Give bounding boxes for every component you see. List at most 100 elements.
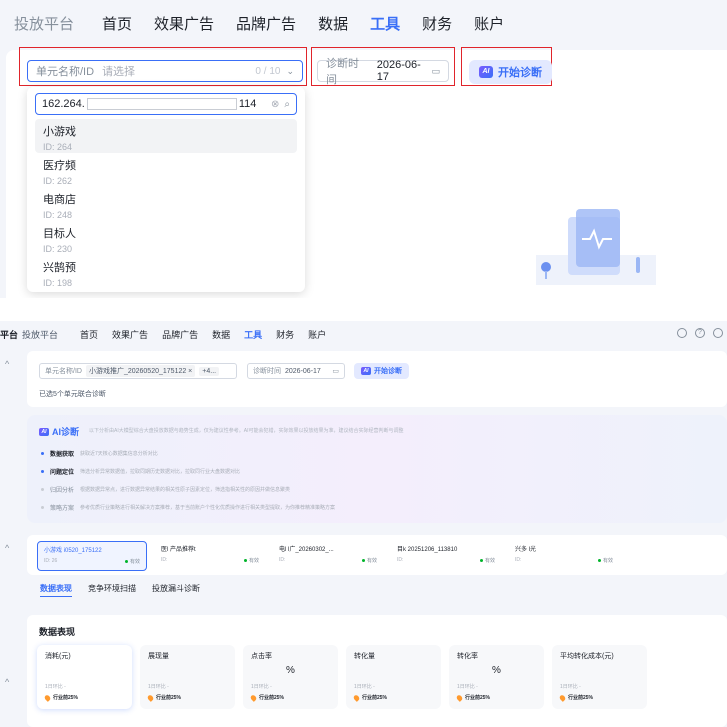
nav-performance-ads[interactable]: 效果广告 <box>154 13 214 34</box>
metric-name: 消耗(元) <box>45 653 71 660</box>
nav-account[interactable]: 账户 <box>308 328 326 341</box>
step-data-fetch: 数据获取 获取近7天核心数据集信息分析对比 <box>41 449 158 458</box>
metric-card[interactable]: 展现量 1日环比 - 行业前25% <box>140 645 235 709</box>
unit-card[interactable]: 兴多 l光 ID: 有效 <box>509 541 619 571</box>
diagnosis-date-value: 2026-06-17 <box>376 59 421 83</box>
unit-name: 医l 产品推荐t <box>161 547 196 553</box>
dropdown-option[interactable]: 小游戏 ID: 264 <box>35 119 297 153</box>
user-icon[interactable] <box>713 328 723 338</box>
nav-tools[interactable]: 工具 <box>370 13 400 34</box>
option-id: ID: 230 <box>43 244 73 254</box>
step-name: 问题定位 <box>50 470 75 476</box>
ai-diagnosis-title: AI AI诊断 <box>39 425 79 438</box>
nav-tools[interactable]: 工具 <box>244 328 262 341</box>
more-units-tag[interactable]: +4... <box>199 366 220 376</box>
start-diagnosis-button[interactable]: AI 开始诊断 <box>354 363 409 379</box>
location-pin-icon <box>352 693 361 702</box>
unit-id: ID: 26 <box>44 558 58 564</box>
nav-account[interactable]: 账户 <box>474 13 504 34</box>
status-badge: 有效 <box>244 557 259 564</box>
option-name: 电商店 <box>43 194 76 206</box>
nav-performance-ads[interactable]: 效果广告 <box>112 328 148 341</box>
metric-card[interactable]: 转化量 1日环比 - 行业前25% <box>346 645 441 709</box>
metric-value <box>560 665 639 679</box>
option-name: 小游戏 <box>43 126 76 138</box>
ai-logo-icon: AI <box>361 367 371 375</box>
step-name: 数据获取 <box>50 452 75 458</box>
help-icon[interactable]: ? <box>695 328 705 338</box>
metric-card[interactable]: 消耗(元) 1日环比 - 行业前25% <box>37 645 132 709</box>
option-id: ID: 198 <box>43 278 73 288</box>
metric-tag: 行业前25% <box>568 695 594 701</box>
metric-compare: 1日环比 - <box>45 684 66 690</box>
empty-state-illustration <box>536 209 656 285</box>
metric-tag: 行业前25% <box>53 695 79 701</box>
collapse-icon[interactable]: ^ <box>5 543 9 553</box>
metric-compare: 1日环比 - <box>148 684 169 690</box>
search-icon[interactable]: ⌕ <box>284 99 290 110</box>
clear-icon[interactable]: ⊗ <box>271 99 279 110</box>
diagnosis-date[interactable]: 诊断时间 2026-06-17 ▭ <box>247 363 345 379</box>
metric-compare: 1日环比 - <box>354 684 375 690</box>
selected-unit-tag[interactable]: 小游戏推广_20260520_175122 × <box>85 365 196 377</box>
option-name: 医疗频 <box>43 160 76 172</box>
unit-name: 电l l广_20260302_... <box>279 547 334 553</box>
unit-name: 小游戏 i0520_175122 <box>44 548 102 554</box>
unit-card[interactable]: 目k 20251206_113810 ID: 有效 <box>391 541 501 571</box>
start-diagnosis-button[interactable]: AI 开始诊断 <box>469 60 552 84</box>
metric-card[interactable]: 平均转化成本(元) 1日环比 - 行业前25% <box>552 645 647 709</box>
dropdown-option[interactable]: 兴鹄预 ID: 198 <box>35 255 297 289</box>
nav-brand-ads[interactable]: 品牌广告 <box>236 13 296 34</box>
diagnosis-date-label: 诊断时间 <box>253 368 281 375</box>
unit-card[interactable]: 电l l广_20260302_... ID: 有效 <box>273 541 383 571</box>
dropdown-option[interactable]: 目标人 ID: 230 <box>35 221 297 255</box>
dropdown-option[interactable]: 电商店 ID: 248 <box>35 187 297 221</box>
nav-finance[interactable]: 财务 <box>276 328 294 341</box>
performance-panel: 数据表现 消耗(元) 1日环比 - 行业前25% 展现量 1日环比 - 行业前2… <box>27 615 727 727</box>
metric-card[interactable]: 点击率 % 1日环比 - 行业前25% <box>243 645 338 709</box>
nav-home[interactable]: 首页 <box>102 13 132 34</box>
nav-home[interactable]: 首页 <box>80 328 98 341</box>
metric-value <box>45 665 124 679</box>
unit-select-placeholder: 请选择 <box>102 66 136 78</box>
collapse-icon[interactable]: ^ <box>5 359 9 369</box>
diagnosis-date-label: 诊断时间 <box>326 58 359 86</box>
metric-card[interactable]: 转化率 % 1日环比 - 行业前25% <box>449 645 544 709</box>
collapse-icon[interactable]: ^ <box>5 677 9 687</box>
ai-diagnosis-desc: 以下分析由AI大模型综合大盘投放数据与趋势生成，仅为建议性参考。AI可能会犯错，… <box>89 428 404 434</box>
unit-card[interactable]: 小游戏 i0520_175122 ID: 26 有效 <box>37 541 147 571</box>
dropdown-search-input[interactable]: 162.264. 114 ⊗ ⌕ <box>35 93 297 115</box>
status-badge: 有效 <box>480 557 495 564</box>
calendar-icon: ▭ <box>332 368 339 375</box>
metric-name: 点击率 <box>251 653 272 660</box>
performance-title: 数据表现 <box>39 627 76 637</box>
unit-select[interactable]: 单元名称/ID 小游戏推广_20260520_175122 × +4... <box>39 363 237 379</box>
nav-brand-ads[interactable]: 品牌广告 <box>162 328 198 341</box>
nav-data[interactable]: 数据 <box>318 13 348 34</box>
option-id: ID: 262 <box>43 176 73 186</box>
tab-competition-scan[interactable]: 竞争环境扫描 <box>88 583 136 597</box>
unit-card[interactable]: 医l 产品推荐t ID: 有效 <box>155 541 265 571</box>
unit-select-label: 单元名称/ID <box>36 66 95 78</box>
top-nav: 投放平台 首页 效果广告 品牌广告 数据 工具 财务 账户 <box>0 0 727 46</box>
step-strategy: 策略方案 参考优质行业策略进行相关解决方案推荐，基于当前账户个性化优质操作进行相… <box>41 503 335 512</box>
nav-data[interactable]: 数据 <box>212 328 230 341</box>
option-id: ID: 264 <box>43 142 73 152</box>
selected-units-note: 已选5个单元联合诊断 <box>39 391 106 398</box>
unit-select[interactable]: 单元名称/ID 请选择 0 / 10 ⌄ <box>27 60 303 82</box>
metric-tag: 行业前25% <box>156 695 182 701</box>
ai-logo-icon: AI <box>39 427 49 436</box>
step-dot <box>41 488 44 491</box>
screenshot-divider <box>0 298 727 321</box>
nav-finance[interactable]: 财务 <box>422 13 452 34</box>
message-icon[interactable] <box>677 328 687 338</box>
metric-compare: 1日环比 - <box>560 684 581 690</box>
tab-funnel-diagnosis[interactable]: 投放漏斗诊断 <box>152 583 200 597</box>
diagnosis-date[interactable]: 诊断时间 2026-06-17 ▭ <box>317 58 449 86</box>
unit-id: ID: <box>161 557 168 563</box>
tab-data-performance[interactable]: 数据表现 <box>40 583 72 597</box>
unit-select-count: 0 / 10 <box>255 65 281 77</box>
search-text-prefix: 162.264. <box>42 98 85 110</box>
dropdown-option[interactable]: 医疗频 ID: 262 <box>35 153 297 187</box>
option-name: 目标人 <box>43 228 76 240</box>
